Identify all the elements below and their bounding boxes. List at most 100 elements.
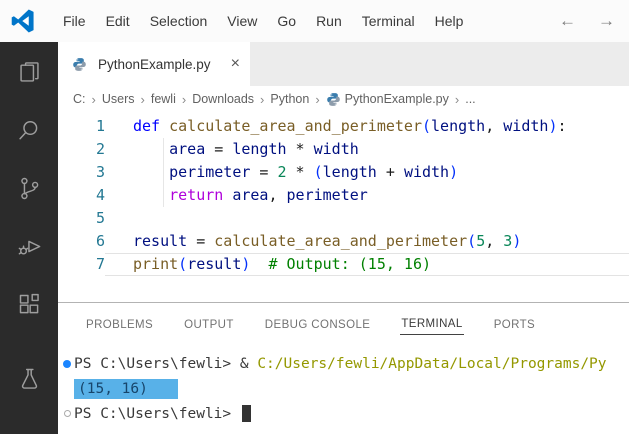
chevron-right-icon: ›	[454, 91, 460, 107]
chevron-right-icon: ›	[181, 91, 187, 107]
terminal-selected-text: (15, 16)	[74, 378, 178, 399]
code-token: ,	[485, 232, 504, 250]
code-token: =	[187, 232, 215, 250]
code-token: result	[187, 255, 242, 273]
menu-item-edit[interactable]: Edit	[96, 0, 140, 42]
code-token: ,	[485, 117, 504, 135]
run-and-debug-icon	[18, 240, 40, 255]
activity-item-source-control[interactable]	[16, 175, 43, 202]
line-number: 6	[95, 232, 105, 250]
breadcrumb-item-0[interactable]: C:	[73, 92, 86, 106]
tab-label: PythonExample.py	[98, 56, 211, 72]
code-line-5: 5	[58, 207, 629, 230]
line-number: 4	[95, 186, 105, 204]
code-text: perimeter = 2 * (length + width)	[105, 161, 458, 184]
breadcrumb-item-2[interactable]: fewli	[151, 92, 176, 106]
command-pending-icon[interactable]	[63, 410, 71, 417]
code-line-7: 7 print(result) # Output: (15, 16)	[58, 253, 629, 276]
command-decoration[interactable]	[60, 359, 74, 368]
chevron-right-icon: ›	[260, 91, 265, 107]
menu-item-view[interactable]: View	[217, 0, 267, 42]
code-token: print	[133, 255, 179, 273]
terminal-line-1: (15, 16)	[58, 376, 629, 401]
panel-tab-output[interactable]: OUTPUT	[183, 315, 235, 335]
tab-pythonexample[interactable]: PythonExample.py ×	[58, 42, 250, 86]
activity-item-run-debug[interactable]	[16, 233, 43, 260]
activity-item-testing[interactable]	[16, 365, 43, 392]
breadcrumb-item-6[interactable]: ...	[465, 92, 475, 106]
breadcrumb-item-5[interactable]: PythonExample.py	[345, 92, 449, 106]
code-token: width	[503, 117, 549, 135]
activity-item-explorer[interactable]	[16, 59, 43, 86]
activity-bar	[0, 42, 58, 434]
menu-item-file[interactable]: File	[53, 0, 96, 42]
breadcrumb: C: › Users › fewli › Downloads › Python › PythonEx…	[58, 86, 629, 112]
code-token: calculate_area_and_perimeter	[169, 117, 422, 135]
panel-tab-debug-console[interactable]: DEBUG CONSOLE	[264, 315, 372, 335]
chevron-right-icon: ›	[315, 91, 320, 107]
files-icon	[19, 62, 39, 82]
code-token: (	[467, 232, 477, 250]
menu-item-run[interactable]: Run	[306, 0, 352, 42]
code-token: 2	[277, 163, 287, 181]
terminal-text: PS C:\Users\fewli> &	[74, 355, 258, 372]
code-token: perimeter	[286, 186, 368, 204]
code-token: perimeter	[169, 163, 251, 181]
code-line-6: 6 result = calculate_area_and_perimeter(5…	[58, 230, 629, 253]
close-icon[interactable]: ×	[231, 56, 240, 72]
code-text: area = length * width	[105, 138, 359, 161]
code-token: width	[313, 140, 359, 158]
code-token: def	[133, 117, 161, 135]
editor-tab-bar: PythonExample.py ×	[58, 42, 629, 86]
code-token: )	[512, 232, 522, 250]
code-token: return	[169, 186, 224, 204]
code-text: def calculate_area_and_perimeter(length,…	[105, 115, 567, 138]
back-arrow-icon[interactable]: ←	[559, 0, 576, 42]
code-token: (	[178, 255, 188, 273]
menu-item-selection[interactable]: Selection	[140, 0, 218, 42]
code-line-1: 1 def calculate_area_and_perimeter(length…	[58, 115, 629, 138]
search-icon	[18, 120, 37, 140]
source-control-icon	[20, 177, 38, 200]
testing-beaker-icon	[21, 368, 37, 389]
breadcrumb-item-4[interactable]: Python	[270, 92, 309, 106]
forward-arrow-icon[interactable]: →	[598, 0, 615, 42]
chevron-right-icon: ›	[140, 91, 145, 107]
terminal-line-0: PS C:\Users\fewli> & C:/Users/fewli/AppD…	[58, 351, 629, 376]
breadcrumb-item-1[interactable]: Users	[102, 92, 135, 106]
code-token: )	[449, 163, 459, 181]
menu-item-go[interactable]: Go	[267, 0, 306, 42]
terminal-text: PS C:\Users\fewli>	[74, 405, 240, 422]
panel-tab-ports[interactable]: PORTS	[493, 315, 536, 335]
code-token: width	[403, 163, 450, 181]
code-token: (	[422, 117, 432, 135]
code-token: *	[286, 140, 314, 158]
activity-item-search[interactable]	[16, 117, 43, 144]
code-token: =	[250, 163, 278, 181]
code-token: area	[169, 140, 206, 158]
breadcrumb-item-3[interactable]: Downloads	[192, 92, 254, 106]
command-decoration[interactable]	[60, 410, 74, 417]
panel-tab-terminal[interactable]: TERMINAL	[400, 314, 464, 335]
command-success-icon[interactable]	[63, 359, 71, 368]
code-line-3: 3 perimeter = 2 * (length + width)	[58, 161, 629, 184]
code-line-4: 4 return area, perimeter	[58, 184, 629, 207]
panel-tab-problems[interactable]: PROBLEMS	[85, 315, 154, 335]
code-token: length	[431, 117, 486, 135]
terminal[interactable]: PS C:\Users\fewli> & C:/Users/fewli/AppD…	[58, 346, 629, 434]
python-icon	[326, 92, 340, 106]
menu-item-help[interactable]: Help	[425, 0, 474, 42]
activity-item-extensions[interactable]	[16, 291, 43, 318]
menu-item-terminal[interactable]: Terminal	[352, 0, 425, 42]
line-number: 3	[95, 163, 105, 181]
code-token: 5	[476, 232, 486, 250]
chevron-right-icon: ›	[91, 91, 96, 107]
code-editor[interactable]: 1 def calculate_area_and_perimeter(length…	[58, 112, 629, 302]
code-token: length	[322, 163, 377, 181]
code-token: +	[376, 163, 404, 181]
code-text: result = calculate_area_and_perimeter(5,…	[105, 230, 521, 253]
extensions-icon	[19, 293, 39, 314]
